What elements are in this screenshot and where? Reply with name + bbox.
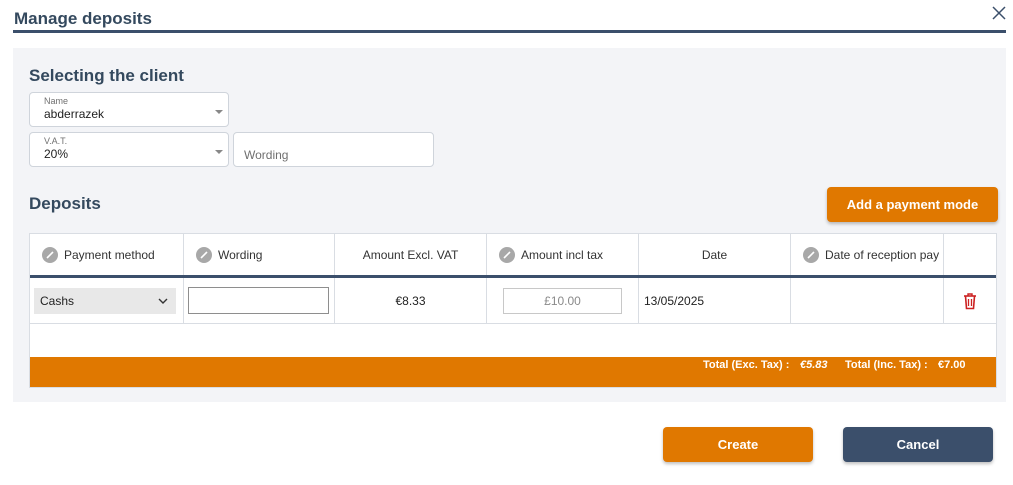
payment-method-select[interactable]: Cashs [34,287,176,314]
column-header-amount-excl: Amount Excl. VAT [335,234,487,275]
payment-method-value: Cashs [40,293,75,308]
total-inc-value: €7.00 [938,359,966,371]
vat-select[interactable]: V.A.T. 20% [29,132,229,167]
dialog-title: Manage deposits [14,9,152,28]
total-exc-label: Total (Exc. Tax) : [703,359,790,371]
client-name-select[interactable]: Name abderrazek [29,92,229,127]
name-value: abderrazek [44,107,105,121]
row-divider [30,323,996,324]
chevron-down-icon [215,110,223,114]
pencil-icon [803,246,819,263]
pencil-icon [499,246,515,263]
amount-incl-cell: £10.00 [487,278,639,323]
amount-excl-cell: €8.33 [335,278,487,323]
column-header-amount-incl[interactable]: Amount incl tax [487,234,639,275]
date-cell: 13/05/2025 [639,278,791,323]
title-divider [13,30,1006,33]
trash-icon[interactable] [962,292,978,310]
column-label: Amount Excl. VAT [362,247,459,262]
vat-value: 20% [44,147,69,161]
table-row: Cashs [30,278,184,323]
wording-cell [184,278,335,323]
wording-placeholder: Wording [244,148,289,162]
totals-bar: Total (Exc. Tax) : €5.83 Total (Inc. Tax… [30,357,996,387]
column-header-payment-method[interactable]: Payment method [30,234,184,275]
add-payment-mode-button[interactable]: Add a payment mode [827,187,998,222]
column-header-wording[interactable]: Wording [184,234,335,275]
wording-input[interactable] [188,287,329,314]
column-label: Date [701,247,728,262]
client-section-title: Selecting the client [29,66,184,85]
delete-cell [944,278,996,323]
column-label: Amount incl tax [521,247,604,262]
create-button[interactable]: Create [663,427,813,462]
wording-field[interactable]: Wording [233,132,434,167]
column-header-date-reception[interactable]: Date of reception pay [791,234,944,275]
deposits-section-title: Deposits [29,194,101,213]
column-label: Payment method [64,247,155,262]
chevron-down-icon [215,150,223,154]
name-label: Name [44,96,69,106]
column-label: Wording [218,247,263,262]
column-label: Date of reception pay [825,247,940,262]
cancel-button[interactable]: Cancel [843,427,993,462]
total-exc-value: €5.83 [800,359,828,371]
close-icon[interactable] [990,4,1008,22]
vat-label: V.A.T. [44,136,68,146]
deposits-table: Payment method Wording Amount Excl. VAT … [29,233,997,388]
total-inc-label: Total (Inc. Tax) : [845,359,928,371]
column-header-date: Date [639,234,791,275]
chevron-down-icon [158,298,168,304]
amount-incl-input[interactable]: £10.00 [503,287,622,314]
pencil-icon [42,246,58,263]
date-reception-cell [791,278,944,323]
pencil-icon [196,246,212,263]
